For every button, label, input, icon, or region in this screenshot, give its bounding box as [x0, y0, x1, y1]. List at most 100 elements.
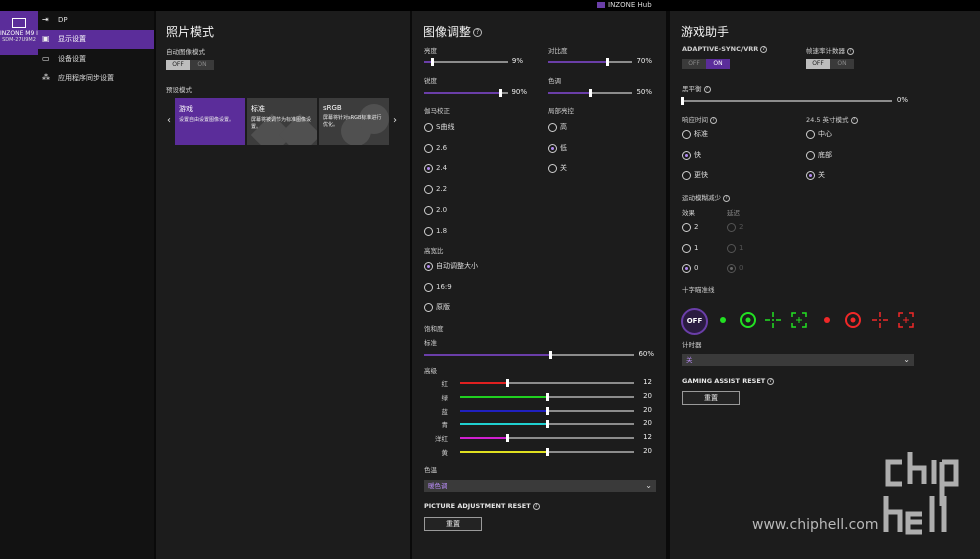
- auto-picture-toggle[interactable]: OFF ON: [166, 60, 214, 70]
- preset-label: 预设模式: [166, 86, 192, 94]
- help-icon[interactable]: ?: [723, 194, 730, 202]
- advanced-color-value: 12: [643, 433, 652, 442]
- saturation-slider[interactable]: [424, 351, 634, 359]
- delay-label: 延迟: [727, 209, 740, 217]
- dimming-option-1[interactable]: 低: [548, 143, 567, 154]
- picture-reset-button[interactable]: 重置: [424, 517, 482, 531]
- black-eq-label: 黑平衡?: [682, 83, 711, 93]
- image-adjust-panel: 图像调整? 亮度 9% 对比度 70% 锐度 90% 色调 50% 伽马校正 S…: [412, 11, 666, 559]
- crosshair-label: 十字瞄准线: [682, 286, 715, 294]
- nav-item-app-sync[interactable]: ⁂ 应用程序同步设置: [38, 69, 154, 88]
- aspect-option-2[interactable]: 原版: [424, 303, 450, 313]
- nav-item-display-settings[interactable]: ▣ 显示设置: [38, 30, 154, 49]
- aspect-option-0[interactable]: 自动调整大小: [424, 262, 478, 272]
- advanced-color-value: 20: [643, 447, 652, 455]
- advanced-color-slider[interactable]: [460, 392, 634, 401]
- help-icon[interactable]: ?: [532, 502, 540, 510]
- nav-item-device-settings[interactable]: ▭ 设备设置: [38, 50, 154, 69]
- preset-srgb[interactable]: sRGB 屏幕将针对sRGB标准进行优化。: [319, 98, 389, 145]
- mode245-option-0[interactable]: 中心: [806, 130, 832, 140]
- help-icon[interactable]: ?: [760, 45, 768, 53]
- timer-select[interactable]: 关 ⌄: [682, 354, 914, 366]
- mode245-option-2[interactable]: 关: [806, 171, 825, 181]
- help-icon[interactable]: ?: [703, 85, 711, 93]
- preset-game[interactable]: 游戏 设置自由设置图像设置。: [175, 98, 245, 145]
- advanced-color-slider[interactable]: [460, 448, 634, 456]
- advanced-color-slider[interactable]: [460, 420, 634, 429]
- vrr-toggle[interactable]: OFF ON: [682, 59, 730, 69]
- radio-circle-icon: [727, 264, 736, 273]
- blur-delay-option-2: 0: [727, 264, 743, 274]
- hue-slider[interactable]: [548, 89, 632, 97]
- help-icon[interactable]: ?: [850, 116, 858, 124]
- radio-label: 2.4: [436, 164, 448, 173]
- preset-next-icon[interactable]: ›: [393, 115, 397, 126]
- local-dimming-label: 局部亮控: [548, 107, 574, 115]
- advanced-color-value: 20: [643, 405, 652, 414]
- crosshair-green-dot-icon[interactable]: [716, 313, 730, 327]
- crosshair-red-ring-icon[interactable]: [843, 310, 863, 330]
- gamma-option-4[interactable]: 2.0: [424, 205, 447, 216]
- device-tile[interactable]: INZONE M9 II SDM-27U9M2: [0, 11, 38, 55]
- preset-standard[interactable]: 标准 屏幕将被调节为标准图像设置。: [247, 98, 317, 145]
- radio-label: 关: [818, 171, 825, 179]
- advanced-color-label: 黄: [441, 449, 449, 457]
- advanced-color-slider[interactable]: [460, 406, 634, 415]
- advanced-color-slider[interactable]: [460, 434, 634, 443]
- left-sidebar: INZONE M9 II SDM-27U9M2 ⇥ DP ▣ 显示设置 ▭ 设备设置 …: [0, 11, 154, 559]
- radio-circle-icon: [424, 123, 433, 132]
- radio-label: 原版: [436, 303, 450, 311]
- black-eq-slider[interactable]: [681, 97, 892, 105]
- grid-icon: ⁂: [42, 73, 50, 82]
- aspect-option-1[interactable]: 16:9: [424, 282, 452, 293]
- help-icon[interactable]: ?: [767, 377, 775, 385]
- radio-label: 中心: [818, 130, 832, 138]
- crosshair-red-dot-icon[interactable]: [820, 313, 834, 327]
- crosshair-off-button[interactable]: OFF: [681, 308, 708, 335]
- dimming-option-2[interactable]: 关: [548, 164, 567, 174]
- advanced-color-label: 洋红: [435, 435, 448, 444]
- nav-item-dp[interactable]: ⇥ DP: [38, 11, 154, 30]
- preset-prev-icon[interactable]: ‹: [167, 115, 171, 126]
- crosshair-green-ring-icon[interactable]: [738, 310, 758, 330]
- blur-effect-option-0[interactable]: 2: [682, 223, 698, 233]
- gaming-reset-button[interactable]: 重置: [682, 391, 740, 405]
- monitor-icon: [12, 18, 26, 28]
- dimming-option-0[interactable]: 高: [548, 123, 567, 133]
- response-option-0[interactable]: 标准: [682, 130, 708, 140]
- radio-circle-icon: [682, 243, 691, 253]
- image-adjust-title: 图像调整?: [423, 23, 483, 40]
- gamma-option-1[interactable]: 2.6: [424, 143, 447, 154]
- blur-effect-option-2[interactable]: 0: [682, 264, 698, 274]
- response-option-2[interactable]: 更快: [682, 171, 708, 181]
- crosshair-green-cross-icon[interactable]: [764, 311, 782, 329]
- crosshair-green-bracket-icon[interactable]: [790, 311, 808, 329]
- radio-circle-icon: [682, 171, 691, 180]
- blur-effect-option-1[interactable]: 1: [682, 243, 698, 254]
- crosshair-red-cross-icon[interactable]: [871, 311, 889, 329]
- input-icon: ⇥: [42, 15, 49, 24]
- advanced-color-slider[interactable]: [460, 379, 634, 387]
- help-icon[interactable]: ?: [473, 28, 483, 37]
- radio-label: 低: [560, 143, 567, 152]
- device-name: INZONE M9 II: [0, 30, 38, 37]
- contrast-slider[interactable]: [548, 58, 632, 66]
- sharpness-slider[interactable]: [424, 89, 508, 97]
- gamma-option-0[interactable]: S曲线: [424, 123, 454, 133]
- mode245-option-1[interactable]: 底部: [806, 150, 832, 161]
- help-icon[interactable]: ?: [710, 116, 717, 124]
- fps-counter-toggle[interactable]: OFF ON: [806, 59, 854, 69]
- brightness-slider[interactable]: [424, 58, 508, 66]
- help-icon[interactable]: ?: [847, 47, 854, 55]
- gamma-option-5[interactable]: 1.8: [424, 226, 447, 237]
- black-eq-value: 0%: [896, 96, 908, 104]
- radio-circle-icon: [806, 130, 815, 139]
- gaming-reset-label: GAMING ASSIST RESET?: [682, 377, 775, 385]
- advanced-color-label: 青: [441, 421, 449, 430]
- gamma-option-2[interactable]: 2.4: [424, 164, 447, 174]
- crosshair-red-bracket-icon[interactable]: [897, 311, 915, 329]
- response-option-1[interactable]: 快: [682, 150, 701, 161]
- color-temp-select[interactable]: 暖色调 ⌄: [424, 480, 656, 492]
- display-icon: ▣: [42, 34, 50, 43]
- gamma-option-3[interactable]: 2.2: [424, 185, 447, 195]
